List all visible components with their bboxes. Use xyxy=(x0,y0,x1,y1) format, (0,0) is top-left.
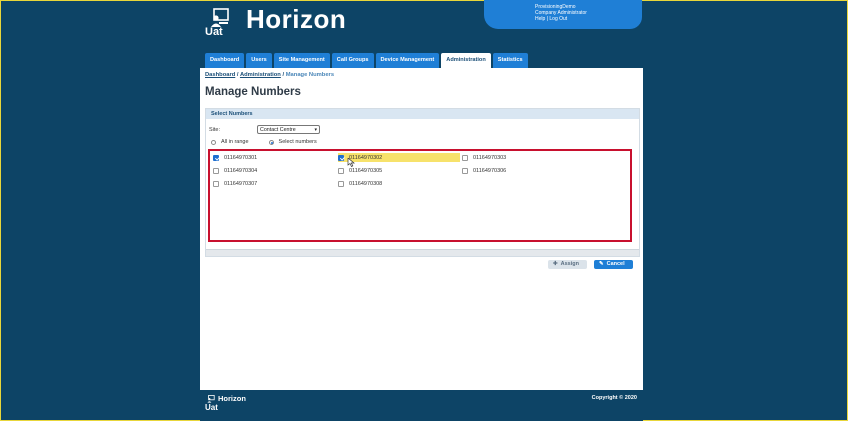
breadcrumb: Dashboard / Administration / Manage Numb… xyxy=(205,72,334,78)
assign-button[interactable]: ✚ Assign xyxy=(548,260,587,269)
number-item[interactable]: 01164970307 xyxy=(213,179,257,188)
breadcrumb-dashboard[interactable]: Dashboard xyxy=(205,72,235,78)
number-item[interactable]: 01164970302 xyxy=(338,153,460,162)
number-item[interactable]: 01164970303 xyxy=(462,153,506,162)
site-row: Site: Contact Centre ▾ xyxy=(209,125,321,134)
breadcrumb-separator: / xyxy=(236,72,239,78)
radio-all-in-range[interactable] xyxy=(211,139,216,145)
plus-icon: ✚ xyxy=(553,261,558,267)
number-label: 01164970301 xyxy=(224,154,258,161)
monitor-user-icon xyxy=(211,8,229,27)
number-checkbox[interactable] xyxy=(213,167,219,174)
number-checkbox[interactable] xyxy=(462,154,468,161)
number-item[interactable]: 01164970306 xyxy=(462,166,506,175)
number-checkbox[interactable] xyxy=(213,154,219,161)
tab-device-management[interactable]: Device Management xyxy=(375,53,440,68)
number-label: 01164970308 xyxy=(349,180,383,187)
main-content: Dashboard / Administration / Manage Numb… xyxy=(200,68,643,390)
tab-dashboard[interactable]: Dashboard xyxy=(205,53,245,68)
assign-button-label: Assign xyxy=(560,261,579,267)
number-item[interactable]: 01164970304 xyxy=(213,166,257,175)
breadcrumb-separator: / xyxy=(282,72,285,78)
copyright: Copyright © 2020 xyxy=(591,395,637,401)
app-subtitle: Uat xyxy=(205,26,223,38)
site-select[interactable]: Contact Centre ▾ xyxy=(257,125,321,134)
number-label: 01164970303 xyxy=(473,154,507,161)
tab-call-groups[interactable]: Call Groups xyxy=(331,53,374,68)
number-item[interactable]: 01164970308 xyxy=(338,179,382,188)
number-checkbox[interactable] xyxy=(462,167,468,174)
tab-administration[interactable]: Administration xyxy=(441,53,491,68)
select-numbers-panel: Select Numbers Site: Contact Centre ▾ Al… xyxy=(205,108,640,257)
breadcrumb-administration[interactable]: Administration xyxy=(240,72,281,78)
number-checkbox[interactable] xyxy=(338,167,344,174)
number-checkbox[interactable] xyxy=(338,180,344,187)
main-nav: Dashboard Users Site Management Call Gro… xyxy=(205,53,528,68)
radio-all-label: All in range xyxy=(221,139,249,145)
help-link[interactable]: Help xyxy=(535,16,545,22)
mouse-pointer-icon xyxy=(347,158,355,167)
number-checkbox[interactable] xyxy=(338,154,344,161)
user-links-separator: | xyxy=(546,16,548,23)
number-label: 01164970305 xyxy=(349,167,383,174)
user-panel: ProvisioningDemo Company Administrator H… xyxy=(484,0,642,29)
number-label: 01164970304 xyxy=(224,167,258,174)
logout-link[interactable]: Log Out xyxy=(549,16,567,22)
footer-app-title: Horizon xyxy=(218,394,246,403)
pencil-icon: ✎ xyxy=(599,261,604,267)
app-title: Horizon xyxy=(246,4,347,34)
site-label: Site: xyxy=(209,126,221,133)
chevron-down-icon: ▾ xyxy=(314,127,318,133)
numbers-selection-box: 01164970301 01164970302 01164970303 0116… xyxy=(208,149,632,242)
footer-logo: Horizon xyxy=(207,394,246,403)
range-mode-row: All in range Select numbers xyxy=(211,139,317,145)
radio-select-label: Select numbers xyxy=(278,139,317,145)
page-footer: Horizon Uat Copyright © 2020 xyxy=(200,390,643,421)
footer-app-subtitle: Uat xyxy=(205,403,218,412)
site-select-value: Contact Centre xyxy=(260,127,296,133)
number-item[interactable]: 01164970301 xyxy=(213,153,257,162)
number-label: 01164970306 xyxy=(473,167,507,174)
tab-users[interactable]: Users xyxy=(246,53,272,68)
breadcrumb-current: Manage Numbers xyxy=(285,72,335,78)
tab-statistics[interactable]: Statistics xyxy=(492,53,528,68)
cancel-button-label: Cancel xyxy=(606,261,625,267)
cancel-button[interactable]: ✎ Cancel xyxy=(594,260,633,269)
panel-footer xyxy=(206,249,639,256)
radio-select-numbers[interactable] xyxy=(268,139,274,145)
monitor-user-icon xyxy=(207,394,215,403)
number-label: 01164970307 xyxy=(224,180,258,187)
number-item[interactable]: 01164970305 xyxy=(338,166,382,175)
page-title: Manage Numbers xyxy=(205,86,301,98)
number-checkbox[interactable] xyxy=(213,180,219,187)
tab-site-management[interactable]: Site Management xyxy=(273,53,330,68)
panel-header: Select Numbers xyxy=(206,109,639,119)
